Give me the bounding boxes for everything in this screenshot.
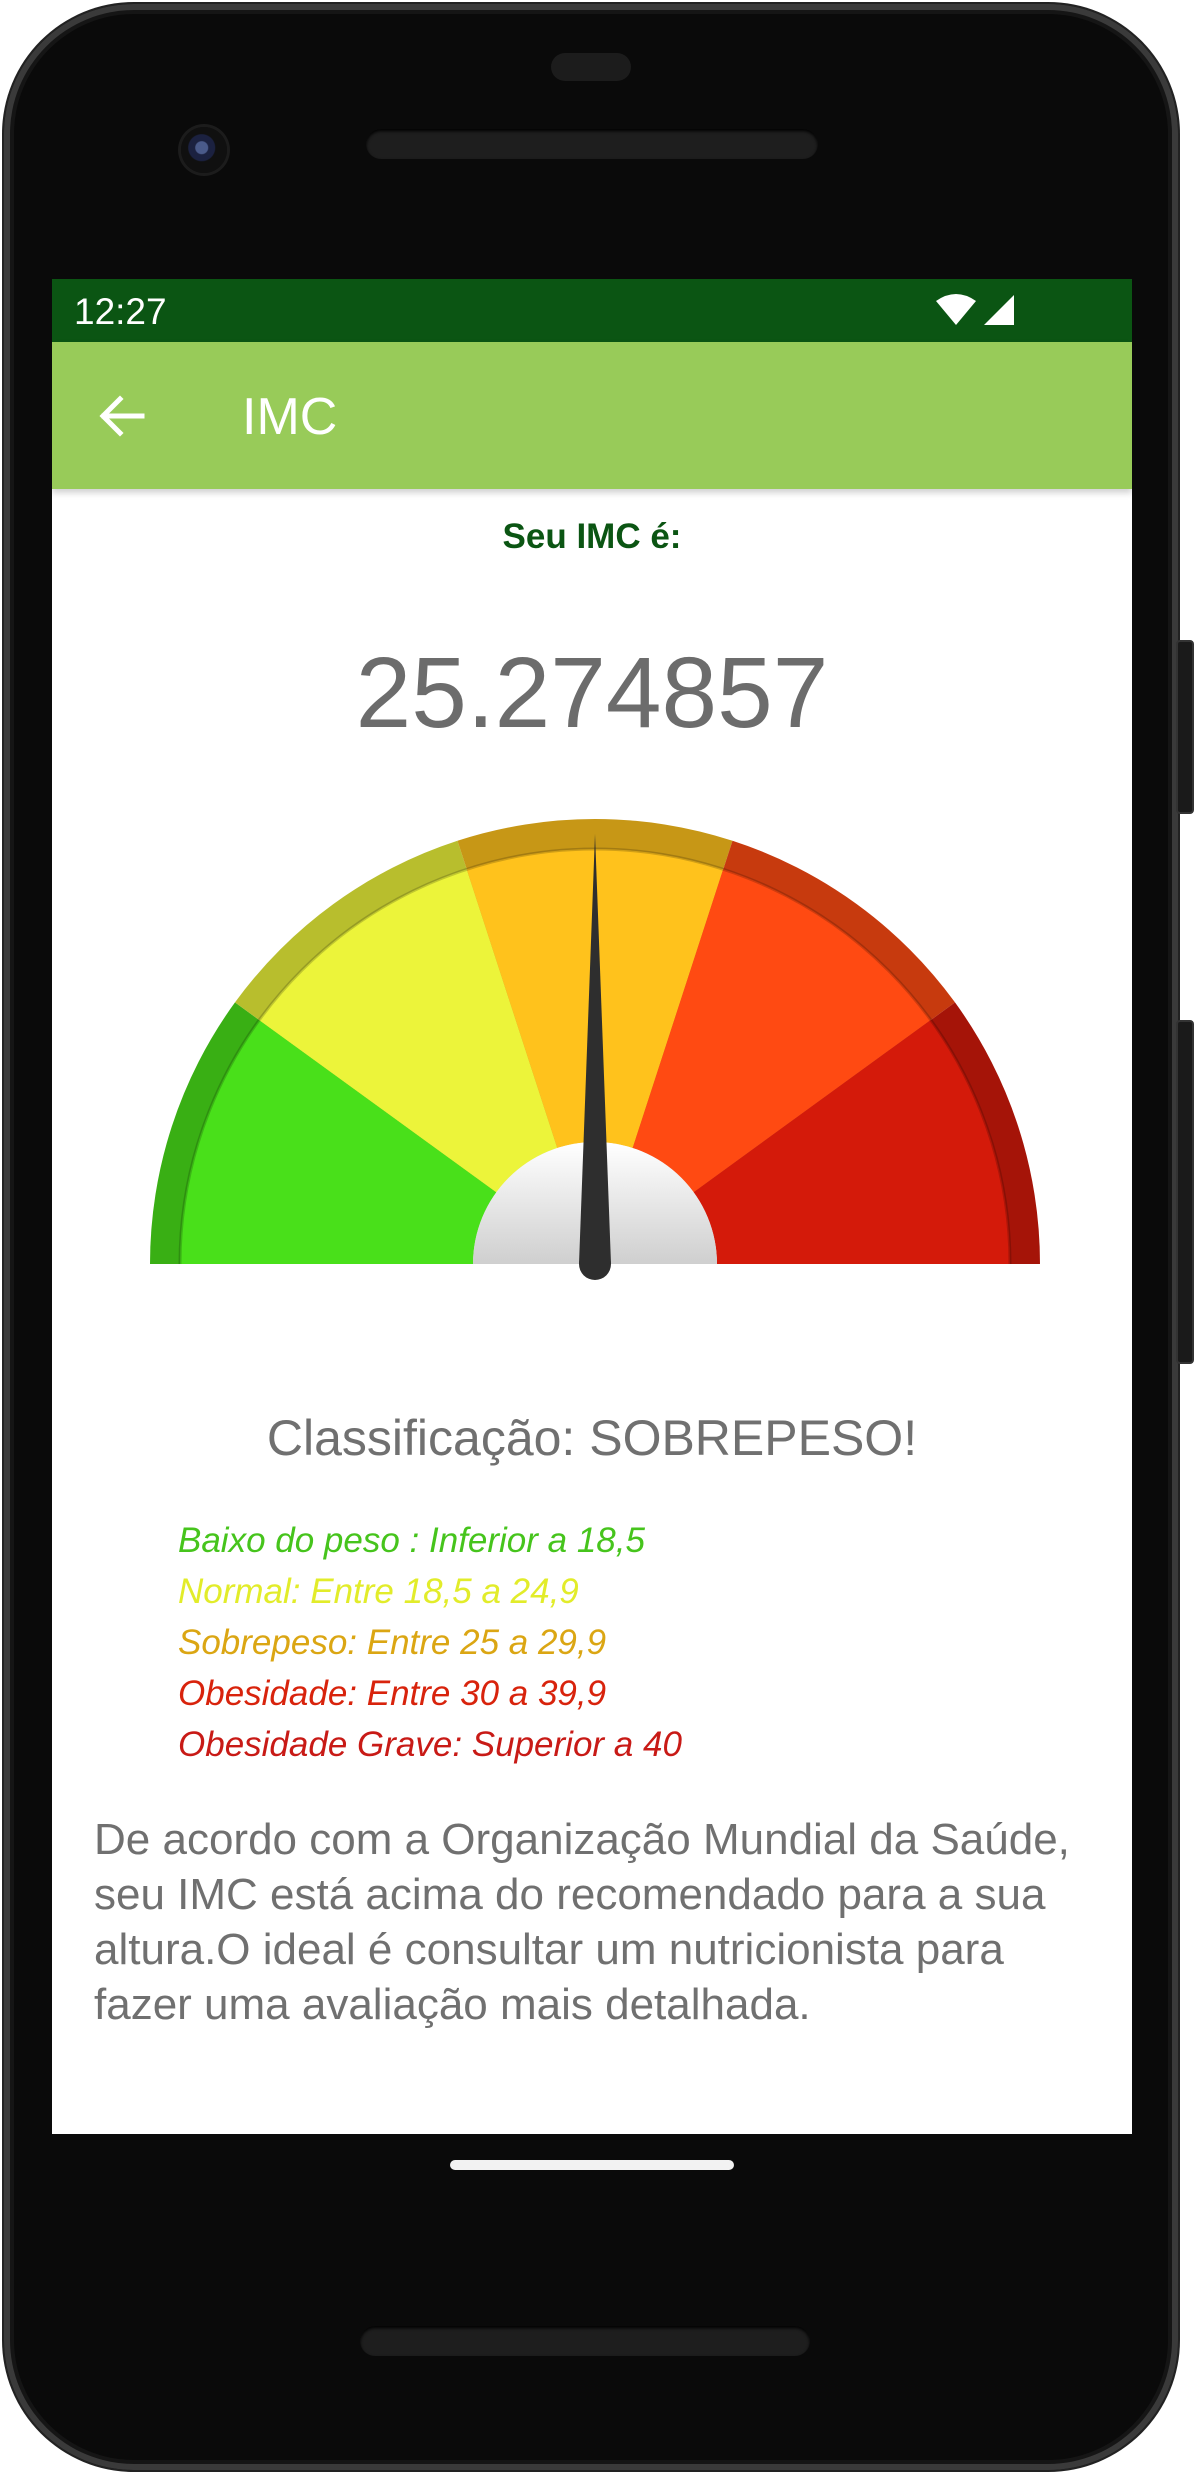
wifi-icon <box>936 294 976 325</box>
range-normal: Normal: Entre 18,5 a 24,9 <box>178 1572 579 1611</box>
top-sensor <box>551 53 631 81</box>
range-baixo-peso: Baixo do peso : Inferior a 18,5 <box>178 1521 645 1560</box>
status-time: 12:27 <box>74 291 167 332</box>
power-button <box>1176 640 1194 814</box>
gauge-needle-hub <box>579 1248 611 1280</box>
imc-gauge <box>150 819 1040 1294</box>
volume-button <box>1176 1020 1194 1364</box>
app-screen: 12:27 IMC Seu IMC é: 25.274857 Classific… <box>52 279 1132 2134</box>
app-title: IMC <box>242 388 338 446</box>
signal-icon <box>984 295 1014 325</box>
description-text: De acordo com a Organização Mundial da S… <box>94 1815 1070 2029</box>
app-bar: IMC <box>52 342 1132 489</box>
classification-text: Classificação: SOBREPESO! <box>266 1410 918 1466</box>
imc-label: Seu IMC é: <box>502 517 682 556</box>
status-bar: 12:27 <box>52 279 1132 342</box>
home-indicator[interactable] <box>450 2160 734 2170</box>
imc-value: 25.274857 <box>355 637 829 749</box>
range-obesidade: Obesidade: Entre 30 a 39,9 <box>178 1674 607 1713</box>
imc-ranges-list: Baixo do peso : Inferior a 18,5 Normal: … <box>178 1515 682 1770</box>
earpiece-speaker <box>366 129 818 159</box>
range-obesidade-grave: Obesidade Grave: Superior a 40 <box>178 1725 682 1764</box>
bottom-speaker <box>360 2326 810 2356</box>
front-camera <box>181 127 227 173</box>
range-sobrepeso: Sobrepeso: Entre 25 a 29,9 <box>178 1623 607 1662</box>
arrow-back-icon[interactable] <box>96 390 148 442</box>
